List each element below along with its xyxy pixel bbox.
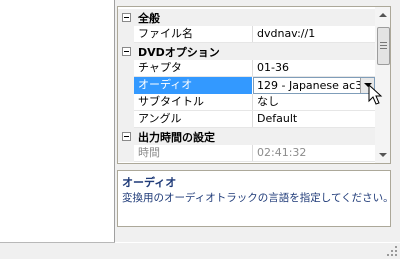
collapse-icon[interactable]	[122, 132, 131, 141]
property-value[interactable]: 129 - Japanese ac3	[254, 78, 360, 95]
property-row-time: 時間 02:41:32	[118, 145, 375, 162]
property-name: ファイル名	[138, 27, 193, 40]
status-bar	[0, 243, 400, 259]
audio-track-dropdown[interactable]: 129 - Japanese ac3	[253, 77, 375, 94]
collapse-icon[interactable]	[122, 47, 131, 56]
scroll-thumb[interactable]	[377, 27, 390, 65]
chevron-down-icon	[379, 153, 387, 157]
resize-grip-icon[interactable]	[387, 246, 398, 257]
property-name: 時間	[138, 146, 160, 159]
property-row-subtitle[interactable]: サブタイトル なし	[118, 94, 375, 111]
description-title: オーディオ	[122, 176, 177, 189]
left-pane	[0, 0, 114, 259]
collapse-icon[interactable]	[122, 13, 131, 22]
property-name: オーディオ	[134, 77, 252, 94]
description-panel: オーディオ 変換用のオーディオトラックの言語を指定してください。	[117, 170, 394, 227]
property-row-angle[interactable]: アングル Default	[118, 111, 375, 128]
property-row-chapter[interactable]: チャプタ 01-36	[118, 60, 375, 77]
property-name: チャプタ	[138, 61, 182, 74]
property-value: 02:41:32	[257, 146, 307, 159]
property-value[interactable]: なし	[253, 94, 375, 111]
property-value[interactable]: 01-36	[253, 60, 375, 77]
property-row-audio[interactable]: オーディオ 129 - Japanese ac3	[118, 77, 375, 94]
description-text: 変換用のオーディオトラックの言語を指定してください。	[122, 192, 394, 204]
property-value[interactable]: Default	[253, 111, 375, 128]
category-label: DVDオプション	[138, 46, 220, 59]
property-name: アングル	[138, 112, 182, 125]
scroll-down-button[interactable]	[375, 147, 390, 163]
category-dvd-options[interactable]: DVDオプション	[118, 43, 375, 60]
property-grid: 全般 ファイル名 dvdnav://1 DVDオプション チャプタ 01-36 …	[117, 6, 391, 164]
property-name: サブタイトル	[138, 95, 204, 108]
category-label: 全般	[138, 12, 160, 25]
category-general[interactable]: 全般	[118, 9, 375, 26]
chevron-up-icon	[379, 13, 387, 17]
category-label: 出力時間の設定	[138, 131, 215, 144]
category-output-time[interactable]: 出力時間の設定	[118, 128, 375, 145]
property-row-filename[interactable]: ファイル名 dvdnav://1	[118, 26, 375, 43]
mouse-pointer-icon	[368, 84, 383, 105]
scroll-up-button[interactable]	[375, 7, 390, 23]
property-value[interactable]: dvdnav://1	[253, 26, 375, 43]
